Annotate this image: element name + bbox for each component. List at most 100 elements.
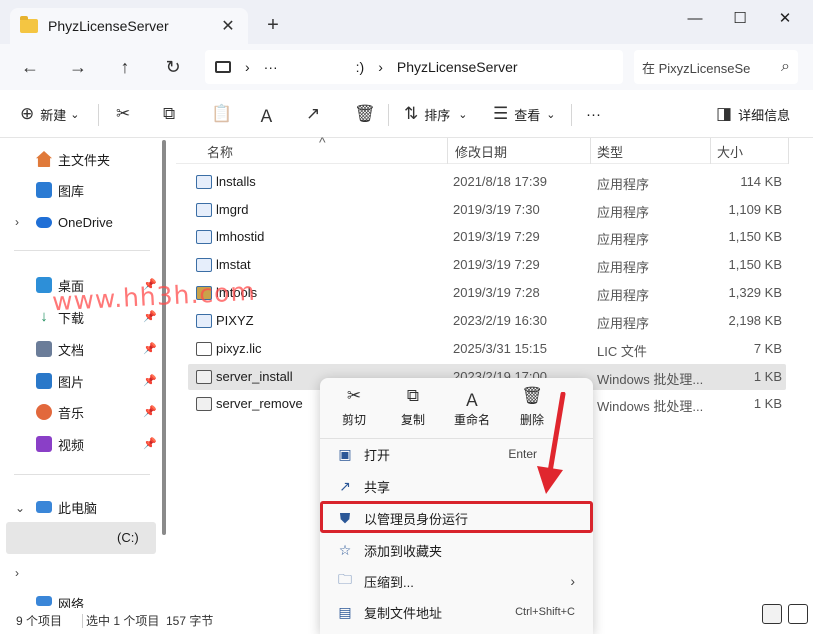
- file-name: server_install: [216, 369, 293, 384]
- menu-item-copy-path[interactable]: ▤ 复制文件地址 Ctrl+Shift+C: [320, 597, 593, 627]
- details-label: 详细信息: [738, 107, 791, 123]
- file-row[interactable]: lmstat 2019/3/19 7:29 应用程序 1,150 KB: [188, 252, 786, 278]
- file-date: 2019/3/19 7:29: [453, 257, 540, 272]
- copy-button[interactable]: ⧉: [163, 102, 175, 126]
- sidebar-item-documents[interactable]: 文档: [36, 338, 84, 360]
- chevron-right-icon: ›: [570, 573, 575, 589]
- forward-button[interactable]: →: [64, 54, 92, 80]
- cut-button[interactable]: ✂: [116, 102, 130, 126]
- menu-item-label: 添加到收藏夹: [364, 543, 443, 559]
- sidebar-scrollbar[interactable]: [162, 140, 166, 535]
- sidebar-item-home[interactable]: 主文件夹: [36, 148, 110, 170]
- file-name: lmhostid: [216, 229, 265, 244]
- breadcrumb-ellipsis[interactable]: ···: [264, 59, 278, 75]
- sidebar-item-onedrive[interactable]: OneDrive: [36, 211, 113, 233]
- sidebar-item-this-pc[interactable]: 此电脑: [36, 496, 97, 518]
- paste-button[interactable]: 📋: [211, 102, 232, 126]
- pin-icon[interactable]: 📌: [143, 405, 157, 418]
- file-row[interactable]: lnstalls 2021/8/18 17:39 应用程序 114 KB: [188, 169, 786, 195]
- status-divider: [82, 614, 83, 628]
- more-options-button[interactable]: ···: [586, 102, 601, 126]
- refresh-button[interactable]: ↻: [159, 54, 187, 80]
- file-row[interactable]: lmhostid 2019/3/19 7:29 应用程序 1,150 KB: [188, 224, 786, 250]
- new-tab-button[interactable]: +: [262, 14, 284, 36]
- rename-button[interactable]: Ａ: [258, 102, 275, 126]
- file-size: 1,150 KB: [728, 229, 783, 244]
- column-header-size[interactable]: 大小: [717, 142, 743, 161]
- column-header-name[interactable]: 名称: [207, 142, 233, 161]
- delete-button[interactable]: 🗑: [354, 102, 376, 126]
- application-icon: [196, 314, 212, 328]
- maximize-button[interactable]: ☐: [725, 8, 755, 30]
- tiles-view-button[interactable]: [788, 604, 808, 624]
- application-icon: [196, 203, 212, 217]
- share-button[interactable]: ↗: [306, 102, 320, 126]
- breadcrumb-drive[interactable]: :): [356, 59, 365, 75]
- sidebar-item-label: 主文件夹: [58, 152, 111, 168]
- column-divider[interactable]: [447, 138, 448, 164]
- address-field[interactable]: › ··· :) › PhyzLicenseServer: [205, 50, 623, 84]
- new-button[interactable]: ⊕ 新建 ⌄: [20, 102, 79, 126]
- file-name: lnstalls: [216, 174, 256, 189]
- new-icon: ⊕: [20, 104, 35, 123]
- delete-icon: 🗑: [354, 104, 376, 123]
- pin-icon[interactable]: 📌: [143, 437, 157, 450]
- context-copy-label: 复制: [400, 413, 425, 427]
- context-copy-button[interactable]: ⧉ 复制: [385, 386, 441, 432]
- sidebar-item-drive-c[interactable]: (C:): [6, 522, 156, 554]
- sidebar-item-label: 视频: [58, 437, 85, 453]
- context-cut-button[interactable]: ✂ 剪切: [326, 386, 382, 432]
- file-name: lmstat: [216, 257, 251, 272]
- column-header-type[interactable]: 类型: [597, 142, 623, 161]
- file-type: LIC 文件: [597, 344, 647, 359]
- column-header-date[interactable]: 修改日期: [455, 142, 507, 161]
- back-button[interactable]: ←: [16, 54, 44, 80]
- file-date: 2023/2/19 16:30: [453, 313, 547, 328]
- expand-chevron-icon[interactable]: ›: [15, 566, 19, 580]
- sort-button[interactable]: ⇅ 排序 ⌄: [404, 102, 467, 126]
- file-row[interactable]: pixyz.lic 2025/3/31 15:15 LIC 文件 7 KB: [188, 336, 786, 362]
- sidebar-item-music[interactable]: 音乐: [36, 401, 84, 423]
- menu-item-add-to-favorites[interactable]: ☆ 添加到收藏夹: [320, 535, 593, 565]
- view-button[interactable]: ☰ 查看 ⌄: [493, 102, 555, 126]
- view-label: 查看: [514, 107, 541, 123]
- up-button[interactable]: ↑: [111, 54, 139, 80]
- details-pane-button[interactable]: ◨ 详细信息: [716, 102, 790, 126]
- archive-icon: 🗀: [338, 571, 352, 587]
- menu-item-label: 共享: [364, 479, 391, 495]
- search-placeholder: 在 PixyzLicenseSe: [642, 60, 751, 76]
- file-row[interactable]: PIXYZ 2023/2/19 16:30 应用程序 2,198 KB: [188, 308, 786, 334]
- minimize-button[interactable]: —: [680, 8, 710, 30]
- sidebar-item-label: OneDrive: [58, 214, 113, 230]
- breadcrumb-current-folder[interactable]: PhyzLicenseServer: [397, 59, 518, 75]
- tab-pixyzlicenseserver[interactable]: PhyzLicenseServer ✕: [10, 8, 248, 44]
- file-date: 2021/8/18 17:39: [453, 174, 547, 189]
- pin-icon[interactable]: 📌: [143, 342, 157, 355]
- file-date: 2019/3/19 7:30: [453, 202, 540, 217]
- sidebar-item-pictures[interactable]: 图片: [36, 370, 84, 392]
- close-window-button[interactable]: ✕: [770, 8, 800, 30]
- search-input[interactable]: 在 PixyzLicenseSe ⌕: [634, 50, 798, 84]
- file-size: 1,150 KB: [728, 257, 783, 272]
- collapse-chevron-icon[interactable]: ⌄: [15, 501, 25, 515]
- command-bar: ⊕ 新建 ⌄ ✂ ⧉ 📋 Ａ ↗ 🗑 ⇅ 排序 ⌄ ☰ 查看 ⌄ ··· ◨ 详…: [0, 90, 813, 138]
- file-row[interactable]: lmgrd 2019/3/19 7:30 应用程序 1,109 KB: [188, 197, 786, 223]
- cut-icon: ✂: [116, 104, 131, 123]
- column-divider[interactable]: [710, 138, 711, 164]
- column-header-row: 名称 ^ 修改日期 类型 大小: [176, 134, 789, 164]
- column-divider[interactable]: [788, 138, 789, 164]
- videos-icon: [36, 436, 52, 452]
- sidebar-item-videos[interactable]: 视频: [36, 433, 84, 455]
- sidebar-item-network[interactable]: 网络: [36, 594, 84, 608]
- network-icon: [36, 596, 52, 606]
- pin-icon[interactable]: 📌: [143, 374, 157, 387]
- tab-close-icon[interactable]: ✕: [218, 16, 238, 36]
- context-rename-button[interactable]: Ａ 重命名: [444, 386, 500, 432]
- details-view-button[interactable]: [762, 604, 782, 624]
- menu-item-compress[interactable]: 🗀 压缩到... ›: [320, 566, 593, 596]
- expand-chevron-icon[interactable]: ›: [15, 215, 19, 229]
- pin-icon[interactable]: 📌: [143, 310, 157, 323]
- sidebar-item-gallery[interactable]: 图库: [36, 179, 84, 201]
- file-row[interactable]: lmtools 2019/3/19 7:28 应用程序 1,329 KB: [188, 280, 786, 306]
- column-divider[interactable]: [590, 138, 591, 164]
